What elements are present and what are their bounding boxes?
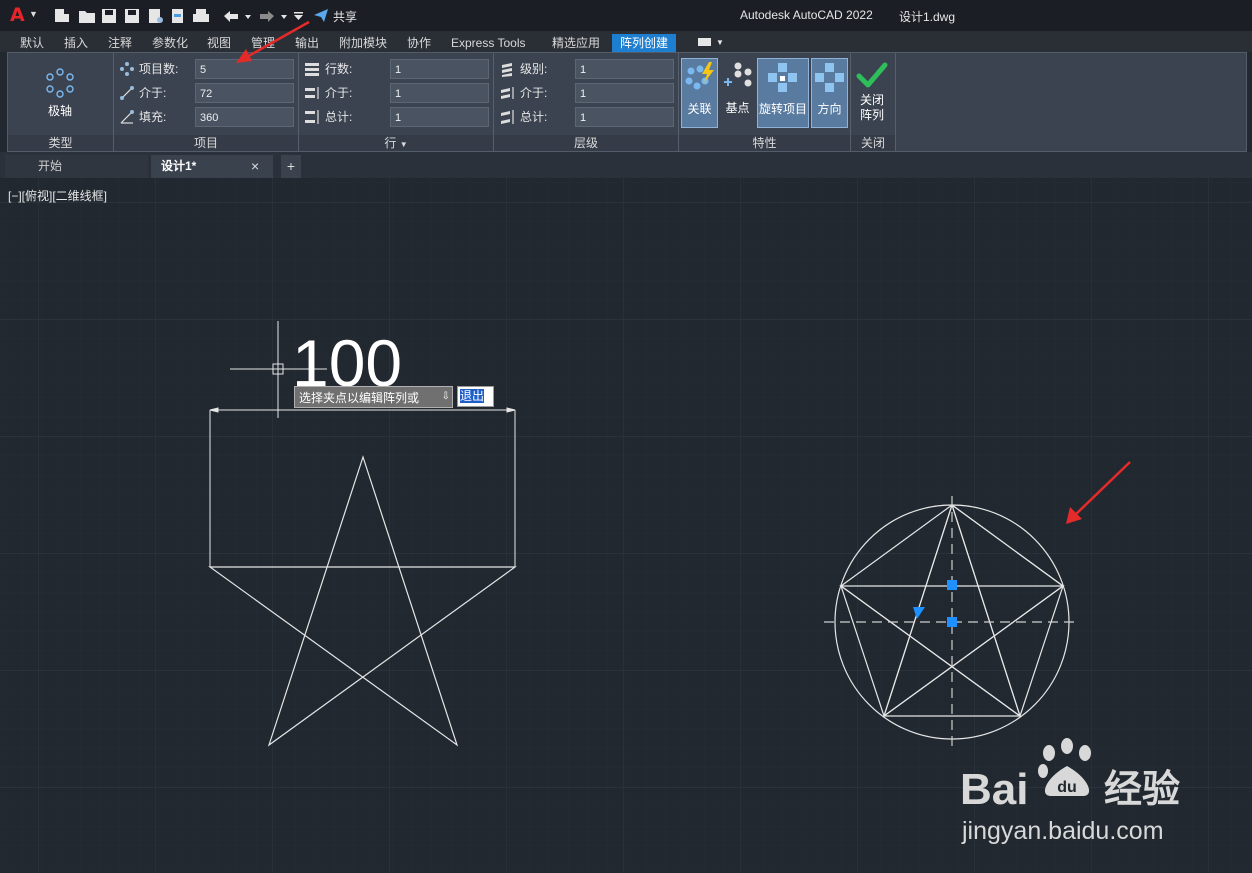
watermark-brand-suffix: 经验 <box>1104 769 1181 811</box>
fill-label: 填充: <box>139 110 167 124</box>
tab-drawing-1-label: 设计1* <box>161 159 197 173</box>
level-total-icon <box>501 110 514 124</box>
level-count-label: 级别: <box>520 62 548 76</box>
panel-title-rows-label: 行 <box>384 136 397 150</box>
rotate-items-icon <box>768 63 797 92</box>
array-grip-center[interactable] <box>947 580 957 590</box>
panel-separator <box>895 53 896 151</box>
fill-angle-icon <box>120 110 134 124</box>
prompt-input-field[interactable]: 退出 <box>457 386 494 407</box>
fill-field[interactable]: 360 <box>195 107 294 127</box>
panel-title-levels: 层级 <box>494 135 678 151</box>
associative-icon <box>685 62 714 90</box>
new-tab-button[interactable]: + <box>281 155 301 178</box>
tab-array-creation[interactable]: 阵列创建 <box>612 34 677 52</box>
base-point-label: 基点 <box>725 101 750 115</box>
row-total-label: 总计: <box>325 110 353 124</box>
array-grip-base[interactable] <box>947 617 957 627</box>
document-filename: 设计1.dwg <box>899 10 956 24</box>
watermark-url: jingyan.baidu.com <box>962 817 1164 845</box>
row-total-icon <box>305 110 319 124</box>
level-between-field[interactable]: 1 <box>575 83 674 103</box>
row-total-field[interactable]: 1 <box>390 107 489 127</box>
row-count-field[interactable]: 1 <box>390 59 489 79</box>
panel-title-properties: 特性 <box>679 135 850 151</box>
associative-button[interactable]: 关联 <box>681 58 718 128</box>
row-between-icon <box>305 87 319 99</box>
close-array-label-2: 阵列 <box>859 108 884 122</box>
tab-collaborate[interactable]: 协作 <box>405 34 433 52</box>
row-between-label: 介于: <box>325 86 353 100</box>
viewport-controls-label[interactable]: [−][俯视][二维线框] <box>8 187 107 204</box>
ribbon-minimize-dropdown-icon[interactable]: ▼ <box>716 38 724 47</box>
dynamic-input-prompt: 选择夹点以编辑阵列或 ⇩ <box>294 386 453 408</box>
item-between-field[interactable]: 72 <box>195 83 294 103</box>
direction-icon <box>814 63 844 92</box>
panel-title-items: 项目 <box>114 135 298 151</box>
associative-label: 关联 <box>687 102 712 116</box>
watermark-brand: Bai <box>960 765 1029 814</box>
base-point-button[interactable]: 基点 <box>720 58 755 128</box>
paw-logo-icon: du <box>1038 738 1091 796</box>
panel-title-rows[interactable]: 行 ▼ <box>299 135 493 151</box>
panel-title-type: 类型 <box>8 135 113 151</box>
drawing-canvas[interactable]: 100 选择夹点以编辑阵列或 ⇩ 退出 [−][俯视][二维线框] du Bai… <box>0 178 1252 873</box>
level-total-label: 总计: <box>520 110 548 124</box>
close-tab-icon[interactable]: × <box>251 155 259 178</box>
level-between-label: 介于: <box>520 86 548 100</box>
tab-start[interactable]: 开始 <box>5 155 148 178</box>
prompt-options-icon[interactable]: ⇩ <box>442 391 450 402</box>
red-arrow-ribbon <box>236 20 310 63</box>
rotate-items-label: 旋转项目 <box>758 102 807 116</box>
close-array-label-1: 关闭 <box>859 93 884 107</box>
panel-title-close: 关闭 <box>851 135 895 151</box>
level-between-icon <box>501 87 514 99</box>
prompt-text: 选择夹点以编辑阵列或 <box>299 391 420 405</box>
base-point-icon <box>723 62 751 87</box>
tab-start-label: 开始 <box>38 159 63 173</box>
level-count-field[interactable]: 1 <box>575 59 674 79</box>
item-between-label: 介于: <box>139 86 167 100</box>
polar-button-label: 极轴 <box>47 104 72 118</box>
prompt-input-value: 退出 <box>460 389 485 403</box>
close-array-button[interactable]: 关闭 阵列 <box>853 58 891 128</box>
tab-featured-apps[interactable]: 精选应用 <box>550 34 602 52</box>
panel-expand-icon[interactable]: ▼ <box>400 140 408 149</box>
row-between-field[interactable]: 1 <box>390 83 489 103</box>
rotate-items-button[interactable]: 旋转项目 <box>757 58 809 128</box>
checkmark-icon <box>856 62 888 88</box>
svg-text:du: du <box>1057 779 1077 796</box>
direction-button[interactable]: 方向 <box>811 58 848 128</box>
tab-drawing-1[interactable]: 设计1* × <box>151 155 273 178</box>
item-between-icon <box>120 86 134 100</box>
ribbon-minimize-icon[interactable] <box>698 38 711 46</box>
level-count-icon <box>502 63 512 77</box>
tab-express-tools[interactable]: Express Tools <box>449 34 527 52</box>
document-tab-bar: 开始 设计1* × + <box>0 152 1252 178</box>
level-total-field[interactable]: 1 <box>575 107 674 127</box>
window-title: Autodesk AutoCAD 2022 <box>740 8 873 22</box>
direction-label: 方向 <box>817 102 842 116</box>
